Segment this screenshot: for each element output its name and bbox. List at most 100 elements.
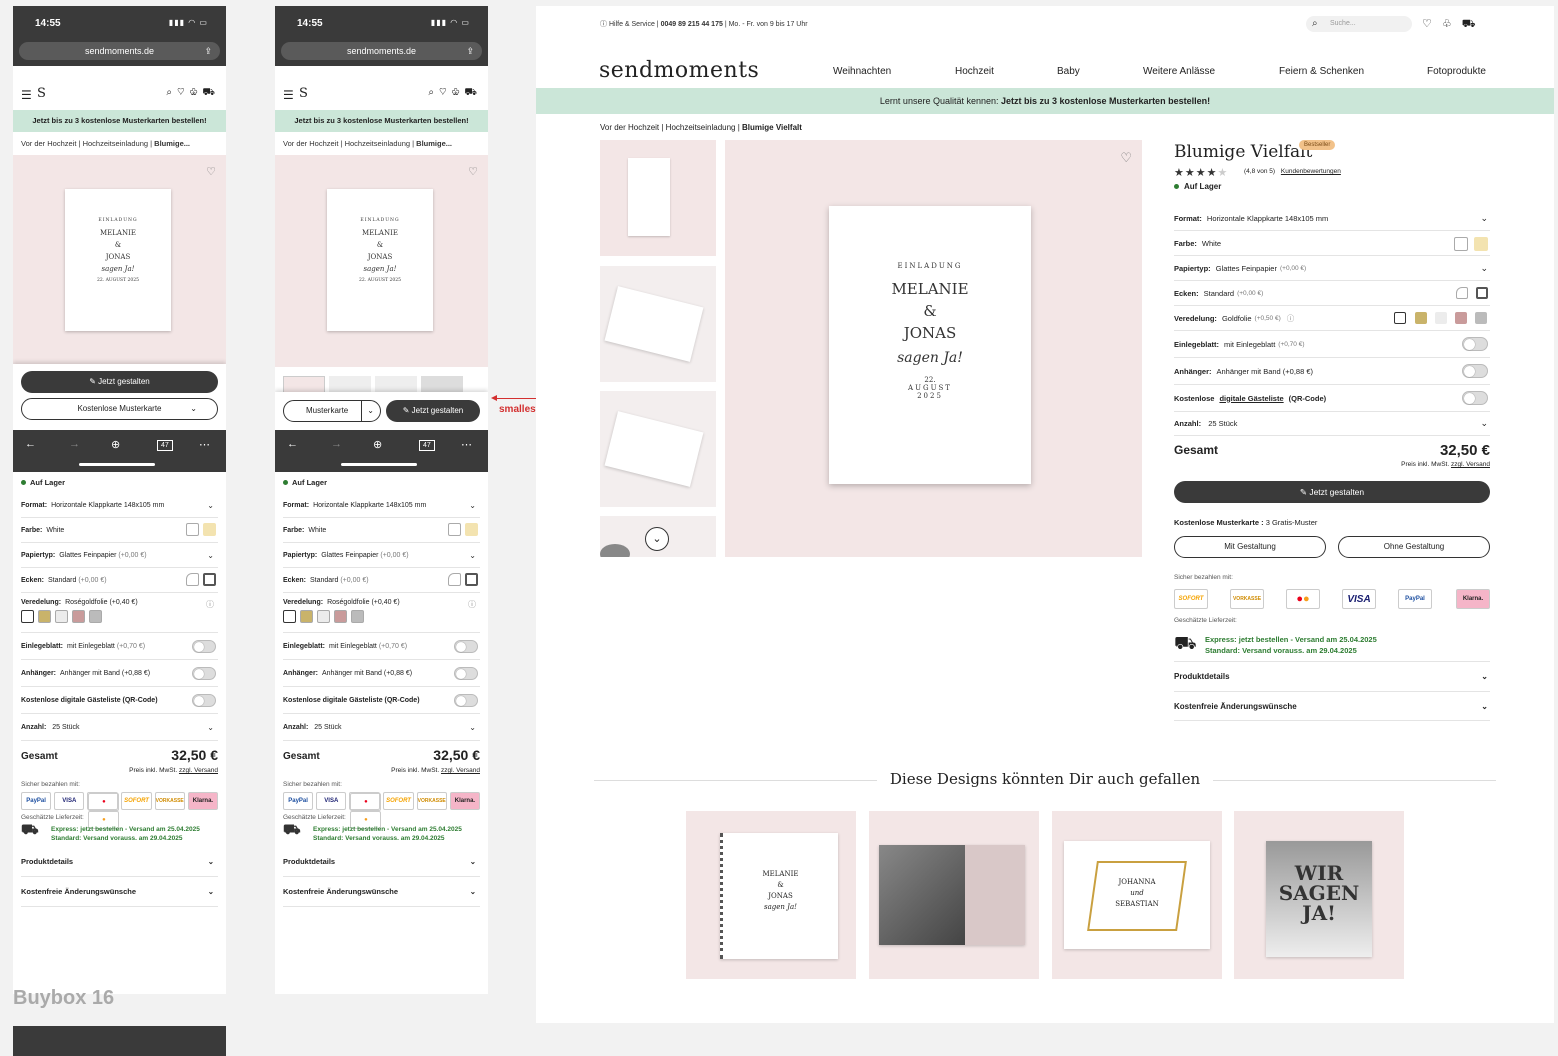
shipping-link[interactable]: zzgl. Versand: [179, 767, 218, 774]
breadcrumb-item[interactable]: Vor der Hochzeit: [283, 139, 338, 148]
guestlist-toggle[interactable]: [454, 693, 478, 707]
share-icon[interactable]: ⇪: [466, 42, 474, 60]
thumbnail[interactable]: [600, 391, 716, 507]
sample-without-design-button[interactable]: Ohne Gestaltung: [1338, 536, 1490, 558]
design-button[interactable]: ✎ Jetzt gestalten: [1174, 481, 1490, 503]
more-icon[interactable]: ⋯: [199, 438, 210, 451]
color-swatch-white[interactable]: [186, 522, 199, 536]
breadcrumb-item[interactable]: Hochzeitseinladung: [666, 123, 736, 132]
promo-banner[interactable]: Jetzt bis zu 3 kostenlose Musterkarten b…: [13, 110, 226, 132]
wishlist-icon[interactable]: ♡: [1422, 18, 1442, 30]
finish-none-option[interactable]: [21, 610, 34, 623]
finish-gold-option[interactable]: [38, 610, 51, 623]
tabs-icon[interactable]: 47: [419, 440, 435, 451]
format-row[interactable]: Format: Horizontale Klappkarte 148x105 mm…: [1174, 206, 1490, 231]
format-row[interactable]: Format: Horizontale Klappkarte 148x105 mm…: [21, 493, 218, 518]
design-button[interactable]: ✎ Jetzt gestalten: [386, 400, 480, 422]
finish-platinum-option[interactable]: [1475, 312, 1487, 324]
finish-platinum-option[interactable]: [89, 610, 102, 623]
accordion-product-details[interactable]: Produktdetails ⌄: [21, 847, 218, 877]
accordion-product-details[interactable]: Produktdetails ⌄: [1174, 661, 1490, 691]
finish-rosegold-option[interactable]: [1455, 312, 1467, 324]
forward-icon[interactable]: →: [331, 438, 342, 450]
back-icon[interactable]: ←: [25, 438, 36, 450]
color-swatch-cream[interactable]: [465, 522, 478, 536]
info-icon[interactable]: ⓘ: [1287, 313, 1295, 324]
thumbnail[interactable]: [600, 266, 716, 382]
design-button[interactable]: ✎ Jetzt gestalten: [21, 371, 218, 393]
color-swatch-cream[interactable]: [1474, 237, 1488, 251]
info-icon[interactable]: ⓘ: [206, 599, 214, 610]
header-icons[interactable]: ⌕♡♧⛟: [428, 87, 482, 100]
tag-toggle[interactable]: [1462, 364, 1488, 378]
breadcrumb-item[interactable]: Vor der Hochzeit: [600, 123, 659, 132]
nav-item[interactable]: Baby: [1057, 66, 1080, 77]
nav-item[interactable]: Weihnachten: [833, 66, 891, 77]
finish-silver-option[interactable]: [1435, 312, 1447, 324]
service-link[interactable]: Hilfe & Service: [609, 21, 655, 28]
finish-rosegold-option[interactable]: [72, 610, 85, 623]
finish-rosegold-option[interactable]: [334, 610, 347, 623]
tabs-icon[interactable]: 47: [157, 440, 173, 451]
heart-icon[interactable]: ♡: [468, 165, 478, 178]
paper-row[interactable]: Papiertyp: Glattes Feinpapier (+0,00 €) ⌄: [283, 543, 480, 568]
breadcrumb-item[interactable]: Vor der Hochzeit: [21, 139, 76, 148]
recommendation-card[interactable]: MELANIE & JONAS sagen Ja!: [686, 811, 856, 979]
quantity-row[interactable]: Anzahl: 25 Stück ⌄: [21, 714, 218, 741]
logo[interactable]: S: [299, 86, 308, 101]
finish-platinum-option[interactable]: [351, 610, 364, 623]
heart-icon[interactable]: ♡: [1120, 150, 1132, 166]
accordion-changes[interactable]: Kostenfreie Änderungswünsche ⌄: [21, 877, 218, 907]
logo[interactable]: sendmoments: [599, 58, 759, 83]
finish-gold-option[interactable]: [1415, 312, 1427, 324]
breadcrumb-item[interactable]: Hochzeitseinladung: [345, 139, 410, 148]
heart-icon[interactable]: ♡: [206, 165, 216, 178]
menu-icon[interactable]: ☰: [283, 88, 294, 102]
forward-icon[interactable]: →: [69, 438, 80, 450]
quantity-row[interactable]: Anzahl: 25 Stück ⌄: [283, 714, 480, 741]
paper-row[interactable]: Papiertyp: Glattes Feinpapier (+0,00 €) ⌄: [21, 543, 218, 568]
promo-banner[interactable]: Lernt unsere Qualität kennen: Jetzt bis …: [536, 88, 1554, 114]
reviews-link[interactable]: Kundenbewertungen: [1281, 168, 1341, 175]
url-bar[interactable]: sendmoments.de ⇪: [281, 42, 482, 60]
breadcrumb-item[interactable]: Hochzeitseinladung: [83, 139, 148, 148]
corner-square-option[interactable]: [203, 572, 216, 586]
accordion-changes[interactable]: Kostenfreie Änderungswünsche ⌄: [283, 877, 480, 907]
cart-icon[interactable]: ⛟: [1462, 18, 1486, 30]
sample-card-button[interactable]: Musterkarte ⌄: [283, 400, 381, 422]
accordion-changes[interactable]: Kostenfreie Änderungswünsche ⌄: [1174, 691, 1490, 721]
finish-gold-option[interactable]: [300, 610, 313, 623]
url-bar[interactable]: sendmoments.de ⇪: [19, 42, 220, 60]
recommendation-card[interactable]: [869, 811, 1039, 979]
guestlist-link[interactable]: digitale Gästeliste: [1219, 394, 1283, 403]
color-swatch-white[interactable]: [1454, 237, 1468, 251]
corner-rounded-option[interactable]: [186, 572, 199, 586]
recommendation-card[interactable]: WIR SAGEN JA!: [1234, 811, 1404, 979]
account-icon[interactable]: ♧: [1442, 18, 1462, 30]
info-icon[interactable]: ⓘ: [468, 599, 476, 610]
shipping-link[interactable]: zzgl. Versand: [1451, 461, 1490, 468]
accordion-product-details[interactable]: Produktdetails ⌄: [283, 847, 480, 877]
chevron-down-icon[interactable]: ⌄: [645, 527, 669, 551]
corner-rounded-option[interactable]: [1456, 287, 1468, 299]
corner-rounded-option[interactable]: [448, 572, 461, 586]
finish-none-option[interactable]: [283, 610, 296, 623]
share-icon[interactable]: ⇪: [204, 42, 212, 60]
shipping-link[interactable]: zzgl. Versand: [441, 767, 480, 774]
tag-toggle[interactable]: [454, 666, 478, 680]
paper-row[interactable]: Papiertyp: Glattes Feinpapier (+0,00 €) ⌄: [1174, 256, 1490, 281]
thumbnail[interactable]: [600, 140, 716, 256]
finish-silver-option[interactable]: [55, 610, 68, 623]
corner-square-option[interactable]: [1476, 287, 1488, 299]
corner-square-option[interactable]: [465, 572, 478, 586]
insert-toggle[interactable]: [454, 639, 478, 653]
nav-item[interactable]: Hochzeit: [955, 66, 994, 77]
color-swatch-white[interactable]: [448, 522, 461, 536]
nav-item[interactable]: Fotoprodukte: [1427, 66, 1486, 77]
recommendation-card[interactable]: JOHANNA und SEBASTIAN: [1052, 811, 1222, 979]
insert-toggle[interactable]: [1462, 337, 1488, 351]
back-icon[interactable]: ←: [287, 438, 298, 450]
sample-with-design-button[interactable]: Mit Gestaltung: [1174, 536, 1326, 558]
nav-item[interactable]: Weitere Anlässe: [1143, 66, 1215, 77]
new-tab-icon[interactable]: ⊕: [111, 438, 120, 451]
